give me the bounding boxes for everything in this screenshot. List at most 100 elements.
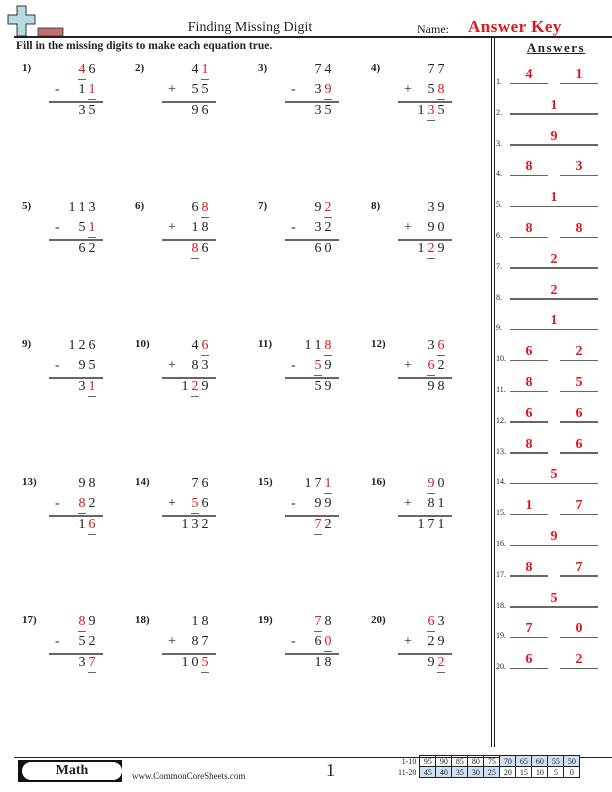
digit: 2 [201,517,209,532]
operator-plus: + [168,634,176,649]
answer-row: 10. 6 2 [494,343,612,363]
score-row-label: 11-20 [398,767,417,777]
problem-18: 18) 1 8 8 7 +1 0 5 [135,614,235,684]
problem-bottom-row: 87 [190,634,210,650]
digit: 8 [191,241,199,259]
answer-row: 16. 9 [494,528,612,548]
operator-plus: + [168,496,176,511]
problem-2: 2) 4 1 5 5 +9 6 [135,62,235,132]
digit: 1 [437,517,445,532]
answer-value: 8 [575,221,583,236]
digit: 2 [437,358,445,373]
digit: 1 [304,476,312,491]
score-row: 1-10 95 90 85 80 75 70 65 60 55 50 [396,755,581,767]
plus-sign-icon [7,5,64,37]
answer-row: 5. 1 [494,189,612,209]
digit: 6 [201,496,209,511]
digit: 8 [201,614,209,629]
problem-top-row: 126 [67,338,97,354]
digit: 8 [437,379,445,394]
problem-number: 3) [258,62,268,74]
problem-number: 8) [371,200,381,212]
answer-number: 7. [496,261,502,271]
problem-12: 12) 3 6 6 2 +9 8 [371,338,471,408]
score-table: 1-10 95 90 85 80 75 70 65 60 55 50 11-20 45 40 35 30 25 2… [396,755,581,778]
problem-result-row: 35 [77,103,97,119]
problem-result-row: 18 [313,655,333,671]
operator-minus: - [291,220,296,235]
problem-number: 12) [371,338,386,350]
problem-17: 17) 8 9 5 2-3 7 [22,614,122,684]
digit: 1 [181,379,189,394]
problem-bottom-row: 60 [313,634,333,652]
digit: 1 [314,338,322,353]
operator-plus: + [404,358,412,373]
problem-bottom-row: 81 [426,496,446,512]
answer-value: 8 [525,436,533,452]
operator-minus: - [291,82,296,97]
digit: 3 [78,655,86,670]
answer-number: 17. [496,569,506,579]
answer-value: 9 [550,128,558,144]
digit: 8 [427,496,435,511]
problem-15: 15) 1 7 1 9 9-7 2 [258,476,358,546]
problem-top-row: 76 [190,476,210,492]
header-rule [14,36,612,38]
digit: 4 [78,62,86,80]
digit: 9 [437,634,445,649]
problem-bottom-row: 55 [190,82,210,98]
answer-row: 8. 2 [494,282,612,302]
problem-1: 1) 4 6 1 1-3 5 [22,62,122,132]
problem-number: 19) [258,614,273,626]
problem-top-row: 118 [303,338,333,356]
problem-bottom-row: 29 [426,634,446,650]
answer-row: 3. 9 [494,128,612,148]
problem-result-row: 129 [180,379,210,397]
problem-result-row: 129 [416,241,446,259]
digit: 1 [417,103,425,118]
score-cell: 20 [499,766,517,778]
digit: 6 [314,634,322,649]
digit: 5 [314,358,322,376]
problem-6: 6) 6 8 1 8 +8 6 [135,200,235,270]
answer-number: 6. [496,231,502,240]
score-cell: 10 [531,766,549,778]
digit: 7 [88,655,96,673]
answer-value: 7 [575,498,583,514]
digit: 2 [88,241,96,256]
worksheet-title: Finding Missing Digit [187,20,313,35]
digit: 1 [68,200,76,215]
digit: 5 [324,103,332,118]
digit: 3 [78,103,86,118]
answer-row: 12. 6 6 [494,405,612,425]
problem-result-row: 96 [190,103,210,119]
digit: 1 [324,476,332,494]
digit: 8 [78,496,86,514]
digit: 9 [201,379,209,394]
name-label: Name: [417,22,449,36]
problem-4: 4) 7 7 5 8 +1 3 5 [371,62,471,132]
problem-top-row: 36 [426,338,446,356]
digit: 2 [191,379,199,397]
digit: 1 [88,379,96,397]
digit: 9 [324,496,332,511]
problem-bottom-row: 62 [426,358,446,376]
digit: 6 [427,358,435,376]
problem-number: 17) [22,614,37,626]
digit: 2 [324,517,332,532]
problem-top-row: 113 [67,200,97,216]
problem-result-row: 60 [313,241,333,257]
problem-result-row: 35 [313,103,333,119]
operator-plus: + [404,496,412,511]
problem-top-row: 92 [313,200,333,218]
score-cell: 85 [451,755,469,767]
score-row-label: 1-10 [401,756,417,766]
problem-bottom-row: 52 [77,634,97,650]
problem-5: 5) 1 1 3 5 1-6 2 [22,200,122,270]
answer-row: 15. 1 7 [494,497,612,517]
answer-row: 4. 8 3 [494,158,612,178]
digit: 2 [324,220,332,235]
page-number: 1 [326,760,335,780]
problem-number: 16) [371,476,386,488]
digit: 5 [88,358,96,373]
